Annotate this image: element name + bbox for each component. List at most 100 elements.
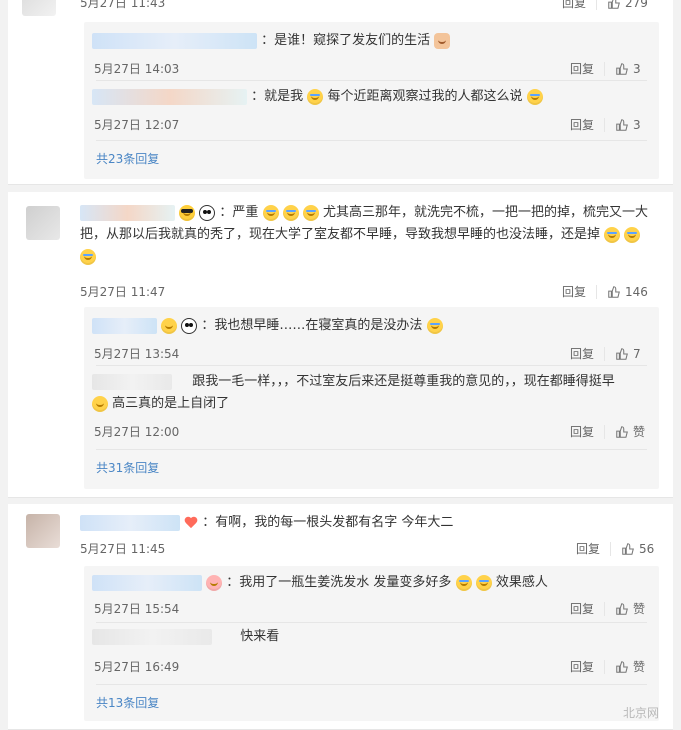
comment-content: ：有啊，我的每一根头发都有名字 今年大二 [202,515,454,530]
reply-time: 5月27日 15:54 [94,602,180,616]
panda-emoji-icon [181,317,198,334]
divider [96,449,647,450]
avatar[interactable] [26,514,60,548]
reply-text: ：就是我 每个近距离观察过我的人都这么说 [92,86,649,108]
like-button[interactable]: 赞 [615,423,645,440]
sunglasses-emoji-icon [179,204,196,221]
like-button[interactable]: 279 [607,0,648,10]
comment-line-2: 把，从那以后我就真的秃了，现在大学了室友都不早睡，导致我想早睡的也没法睡，还是掉 [80,224,655,246]
divider [596,284,598,299]
reply-content: ：是谁！窥探了发友们的生活 [261,33,431,48]
username-blurred[interactable] [80,204,175,221]
thumb-up-icon [616,118,628,131]
reply-button[interactable]: 回复 [570,345,594,362]
crying-emoji-icon [475,574,492,591]
username-blurred[interactable] [92,317,157,334]
reply-item: ：就是我 每个近距离观察过我的人都这么说 5月27日 12:07 回复 3 [92,86,649,132]
reply-content: ：就是我 [251,89,304,104]
more-replies-link[interactable]: 共31条回复 [96,459,159,476]
reply-button[interactable]: 回复 [562,283,586,300]
like-button[interactable]: 3 [615,118,641,132]
comment-content-line: 把，从那以后我就真的秃了，现在大学了室友都不早睡，导致我想早睡的也没法睡，还是掉 [80,227,601,242]
reply-item: ：我也想早睡……在寝室真的是没办法 5月27日 13:54 回复 7 [92,315,649,361]
comment-actions: 回复 146 [562,283,648,300]
like-count: 56 [639,541,655,556]
like-button[interactable]: 146 [607,285,648,299]
reply-time: 5月27日 12:00 [94,425,180,439]
reply-item: ：我用了一瓶生姜洗发水 发量变多好多 效果感人 5月27日 15:54 回复 赞 [92,572,649,616]
comment-line-1: ：严重 尤其高三那年，就洗完不梳，一把一把的掉，梳完又一大 [80,202,655,224]
thumb-up-icon [608,285,620,298]
comment-time: 5月27日 11:43 [80,0,166,10]
replies-panel: ：我用了一瓶生姜洗发水 发量变多好多 效果感人 5月27日 15:54 回复 赞 [84,566,659,721]
avatar[interactable] [22,0,56,16]
like-count: 279 [625,0,648,10]
reply-content: 跟我一毛一样，，，不过室友后来还是挺尊重我的意见的，，现在都睡得挺早 [192,374,615,389]
crying-emoji-icon [455,574,472,591]
reply-actions: 回复 7 [570,345,641,362]
like-label: 赞 [633,660,646,674]
comment-card-1: 5月27日 11:43 回复 279 ：是谁！窥探了发友们的生活 5月27日 1… [8,0,673,185]
reply-time: 5月27日 12:07 [94,118,180,132]
like-button[interactable]: 56 [621,542,654,556]
like-label: 赞 [633,425,646,439]
comment-card-3: ：有啊，我的每一根头发都有名字 今年大二 5月27日 11:45 回复 56 ：… [8,504,673,730]
more-replies-link[interactable]: 共13条回复 [96,694,159,711]
heart-emoji-icon [184,517,198,529]
username-blurred[interactable] [80,514,180,531]
reply-actions: 回复 赞 [570,600,645,617]
reply-actions: 回复 3 [570,116,641,133]
reply-item: 跟我一毛一样，，，不过室友后来还是挺尊重我的意见的，，现在都睡得挺早 高三真的是… [92,371,649,439]
replies-panel: ：我也想早睡……在寝室真的是没办法 5月27日 13:54 回复 7 跟我一毛一… [84,307,659,489]
reply-time: 5月27日 13:54 [94,347,180,361]
reply-content-continued: 高三真的是上自闭了 [112,396,230,411]
comment-time: 5月27日 11:47 [80,285,166,299]
reply-button[interactable]: 回复 [570,60,594,77]
thumb-up-icon [622,542,634,555]
reply-text: 快来看 [92,626,649,648]
panda-emoji-icon [199,204,216,221]
reply-button[interactable]: 回复 [562,0,586,11]
reply-button[interactable]: 回复 [570,116,594,133]
username-blurred[interactable] [92,32,257,49]
username-blurred[interactable] [92,373,172,390]
like-count: 146 [625,284,648,299]
divider [604,424,606,439]
comment-content-continued: 尤其高三那年，就洗完不梳，一把一把的掉，梳完又一大 [323,205,649,220]
crying-emoji-icon [426,317,443,334]
reply-text: ：我也想早睡……在寝室真的是没办法 [92,315,649,337]
laughing-emoji-icon [161,317,178,334]
reply-time: 5月27日 16:49 [94,660,180,674]
like-button[interactable]: 赞 [615,658,645,675]
watermark: 北京网 [622,706,659,720]
reply-button[interactable]: 回复 [570,600,594,617]
reply-button[interactable]: 回复 [570,658,594,675]
like-label: 赞 [633,602,646,616]
crying-emoji-icon [307,88,324,105]
like-button[interactable]: 赞 [615,600,645,617]
like-button[interactable]: 7 [615,347,641,361]
divider [604,346,606,361]
crying-emoji-icon [262,204,279,221]
reply-content-continued: 每个近距离观察过我的人都这么说 [327,89,523,104]
username-blurred[interactable] [92,574,202,591]
crying-emoji-icon [302,204,319,221]
like-button[interactable]: 3 [615,62,641,76]
reply-button[interactable]: 回复 [576,540,600,557]
reply-content: 快来看 [240,629,280,644]
username-blurred[interactable] [92,88,247,105]
avatar[interactable] [26,206,60,240]
username-blurred[interactable] [92,628,212,645]
divider [96,140,647,141]
thumb-up-icon [616,425,628,438]
crying-emoji-icon [80,248,96,265]
reply-button[interactable]: 回复 [570,423,594,440]
comment-content: ：严重 [219,205,259,220]
reply-content: ：我也想早睡……在寝室真的是没办法 [201,318,423,333]
more-replies-link[interactable]: 共23条回复 [96,150,159,167]
reply-text-line-2: 高三真的是上自闭了 [92,393,649,415]
like-count: 3 [633,61,641,76]
reply-text: ：我用了一瓶生姜洗发水 发量变多好多 效果感人 [92,572,649,594]
replies-panel: ：是谁！窥探了发友们的生活 5月27日 14:03 回复 3 ：就是我 每个近距… [84,22,659,179]
reply-text: ：是谁！窥探了发友们的生活 [92,30,649,52]
